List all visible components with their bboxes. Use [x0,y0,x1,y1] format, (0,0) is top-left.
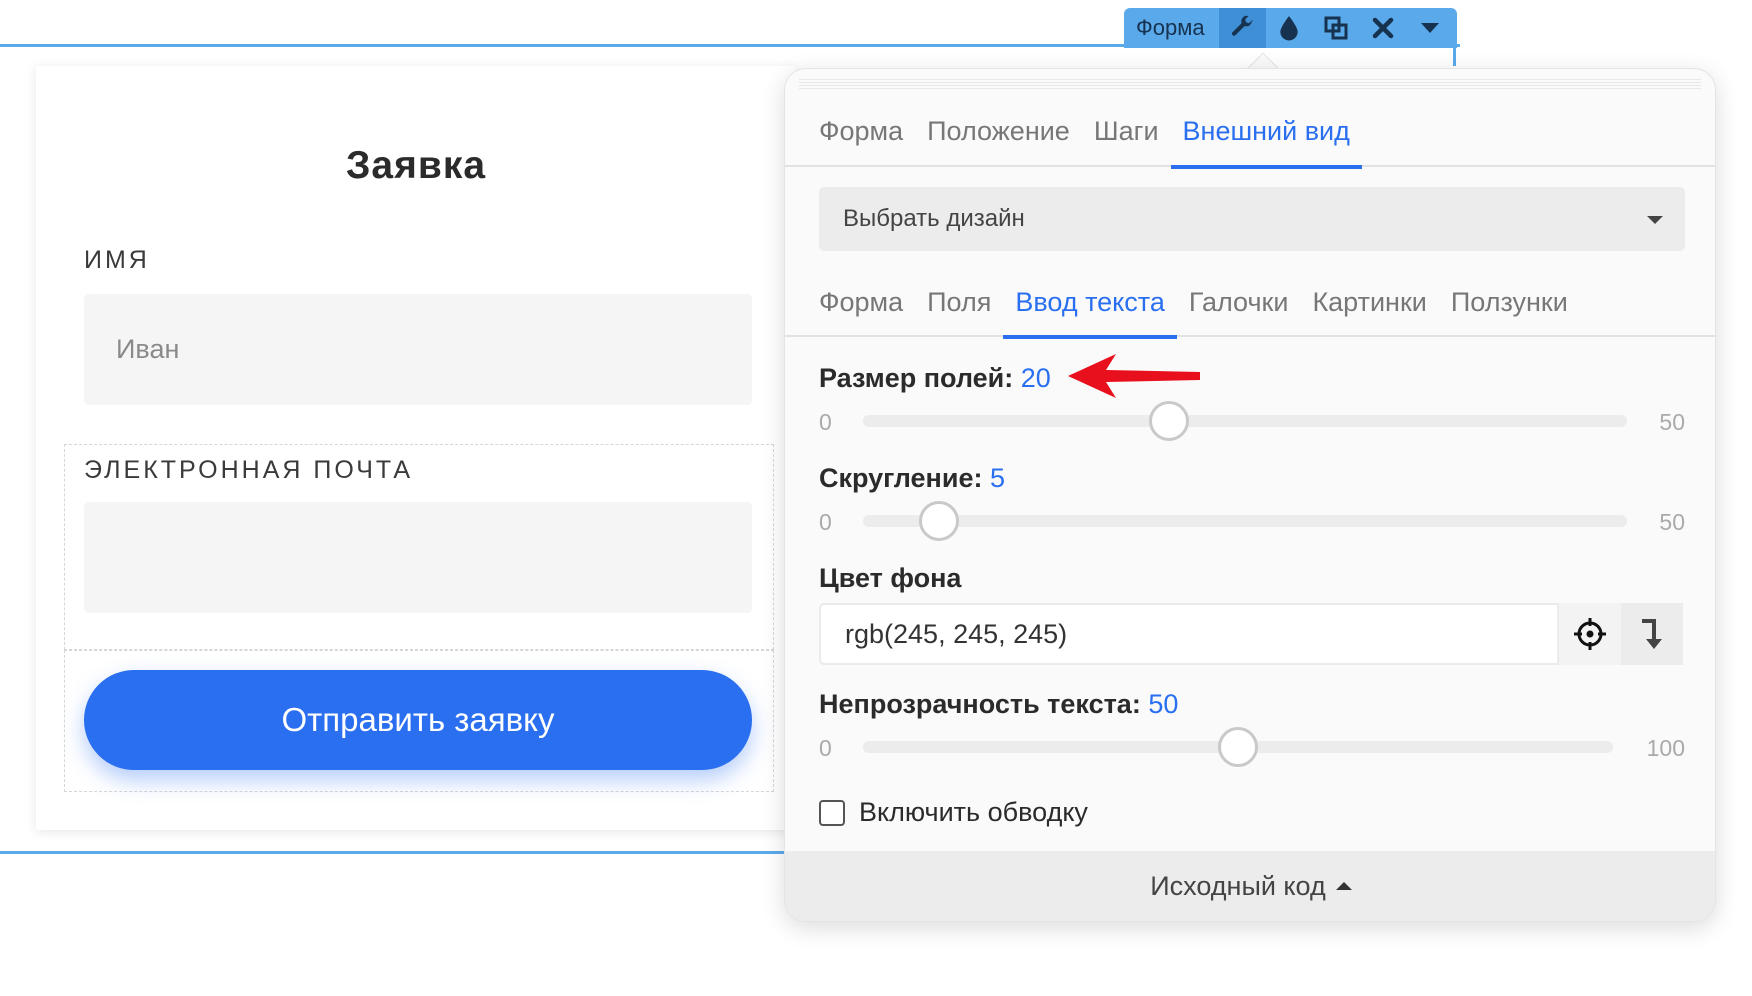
rounding-track[interactable] [863,515,1627,527]
form-preview: Заявка ИМЯ Иван ЭЛЕКТРОННАЯ ПОЧТА Отправ… [36,66,796,830]
tab-appearance[interactable]: Внешний вид [1170,95,1363,169]
field-size-track[interactable] [863,415,1627,427]
form-title: Заявка [345,144,487,187]
close-icon [1372,17,1394,39]
tab-steps[interactable]: Шаги [1082,95,1171,167]
field-size-max: 50 [1659,409,1685,435]
style-button[interactable] [1266,8,1313,48]
sub-tabs: Форма Поля Ввод текста Галочки Картинки … [785,267,1715,339]
design-select[interactable]: Выбрать дизайн [819,187,1685,251]
delete-button[interactable] [1360,8,1407,48]
email-field-label: ЭЛЕКТРОННАЯ ПОЧТА [84,456,414,484]
tab-form[interactable]: Форма [807,95,915,167]
subtab-sliders[interactable]: Ползунки [1439,267,1580,337]
subtab-form[interactable]: Форма [807,267,915,337]
outline-checkbox-row[interactable]: Включить обводку [819,797,1088,828]
source-code-toggle[interactable]: Исходный код [785,851,1715,921]
text-opacity-value: 50 [1148,689,1179,719]
crosshair-icon [1574,618,1606,650]
name-field[interactable]: Иван [84,294,752,405]
rounding-knob[interactable] [919,501,960,541]
subtab-checkboxes[interactable]: Галочки [1177,267,1301,337]
element-toolbar: Форма [1124,8,1457,48]
subtab-images[interactable]: Картинки [1300,267,1438,337]
main-tabs: Форма Положение Шаги Внешний вид [785,95,1715,169]
field-size-knob[interactable] [1148,401,1189,441]
submit-button[interactable]: Отправить заявку [84,670,752,770]
text-opacity-title: Непрозрачность текста: [819,689,1141,719]
field-size-title: Размер полей: [819,363,1014,393]
element-type-label: Форма [1136,15,1205,40]
field-size-min: 0 [819,409,832,435]
rounding-title: Скругление: [819,463,983,493]
rounding-label: Скругление: 5 [819,463,1005,494]
wrench-icon [1232,15,1253,36]
outline-checkbox[interactable] [819,799,845,826]
bg-color-input[interactable]: rgb(245, 245, 245) [819,603,1559,665]
duplicate-button[interactable] [1313,8,1360,48]
text-opacity-max: 100 [1646,735,1685,761]
more-button[interactable] [1407,8,1454,48]
copy-icon [1324,16,1348,40]
rounding-max: 50 [1659,509,1685,535]
outline-checkbox-label: Включить обводку [859,797,1088,827]
text-opacity-knob[interactable] [1218,727,1258,767]
design-select-label: Выбрать дизайн [843,205,1025,232]
rounding-min: 0 [819,509,832,535]
panel-drag-handle[interactable] [799,79,1701,91]
arrow-down-icon [1642,619,1662,649]
reset-color-button[interactable] [1621,603,1683,665]
dropdown-caret-icon [1647,216,1663,224]
caret-up-icon [1335,882,1352,890]
text-opacity-min: 0 [819,735,832,761]
source-code-label: Исходный код [1150,870,1326,901]
field-size-value: 20 [1020,363,1051,393]
color-picker-button[interactable] [1559,603,1621,665]
bg-color-label: Цвет фона [819,563,962,593]
rounding-value: 5 [989,463,1006,493]
drop-icon [1280,16,1298,41]
name-field-label: ИМЯ [84,246,150,274]
tab-position[interactable]: Положение [915,95,1082,167]
chevron-down-icon [1421,23,1440,33]
settings-button[interactable] [1218,8,1266,48]
field-size-label: Размер полей: 20 [819,363,1051,394]
text-opacity-label: Непрозрачность текста: 50 [819,689,1178,720]
settings-panel: Форма Положение Шаги Внешний вид Выбрать… [784,68,1716,922]
subtab-fields[interactable]: Поля [915,267,1003,337]
selection-frame-bottom [0,851,790,854]
email-field[interactable] [84,502,752,613]
subtab-text-input[interactable]: Ввод текста [1003,267,1177,339]
annotation-arrow-icon [1068,354,1200,398]
